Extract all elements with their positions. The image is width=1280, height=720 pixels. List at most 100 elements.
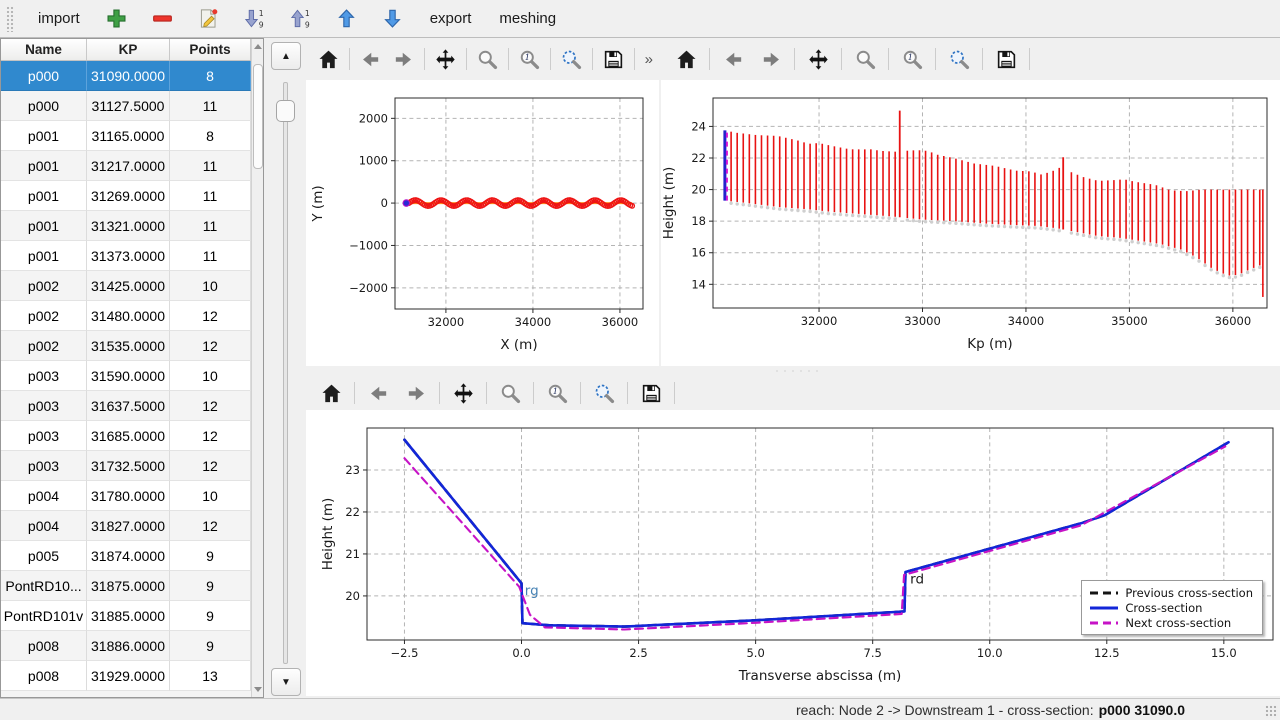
cell-points[interactable]: 12 xyxy=(170,301,251,331)
sort-ascending-button[interactable]: 19 xyxy=(287,4,315,34)
zoom-one-button[interactable]: 1 xyxy=(897,44,927,74)
cell-kp[interactable]: 31590.0000 xyxy=(87,361,170,391)
cell-name[interactable]: p000 xyxy=(1,61,87,91)
sort-descending-button[interactable]: 19 xyxy=(241,4,269,34)
table-row[interactable]: p00831929.000013 xyxy=(1,661,263,691)
cell-name[interactable]: p001 xyxy=(1,181,87,211)
cell-points[interactable]: 9 xyxy=(170,541,251,571)
table-row[interactable]: p00331590.000010 xyxy=(1,361,263,391)
cell-name[interactable]: p004 xyxy=(1,481,87,511)
table-row[interactable]: p00331732.500012 xyxy=(1,451,263,481)
zoom-rect-button[interactable] xyxy=(589,378,619,408)
cell-points[interactable]: 9 xyxy=(170,631,251,661)
plan-view-canvas[interactable]: 320003400036000−2000−1000010002000X (m)Y… xyxy=(306,80,659,366)
zoom-button[interactable] xyxy=(475,44,500,74)
forward-button[interactable] xyxy=(391,44,416,74)
back-button[interactable] xyxy=(358,44,383,74)
cell-points[interactable]: 12 xyxy=(170,391,251,421)
cell-kp[interactable]: 31480.0000 xyxy=(87,301,170,331)
cell-points[interactable]: 8 xyxy=(170,121,251,151)
cell-kp[interactable]: 31929.0000 xyxy=(87,661,170,691)
table-row[interactable]: p00431827.000012 xyxy=(1,511,263,541)
add-cross-section-button[interactable] xyxy=(103,4,131,34)
cell-points[interactable]: 12 xyxy=(170,331,251,361)
forward-button[interactable] xyxy=(401,378,431,408)
cell-name[interactable]: PontRD10... xyxy=(1,571,87,601)
edit-cross-section-button[interactable] xyxy=(195,4,223,34)
slider-groove[interactable] xyxy=(283,82,288,664)
cell-kp[interactable]: 31827.0000 xyxy=(87,511,170,541)
zoom-one-button[interactable]: 1 xyxy=(542,378,572,408)
cell-points[interactable]: 12 xyxy=(170,421,251,451)
pan-button[interactable] xyxy=(803,44,833,74)
zoom-button[interactable] xyxy=(495,378,525,408)
home-button[interactable] xyxy=(671,44,701,74)
pan-button[interactable] xyxy=(433,44,458,74)
cell-kp[interactable]: 31217.0000 xyxy=(87,151,170,181)
table-row[interactable]: PontRD10...31875.00009 xyxy=(1,571,263,601)
table-scrollbar[interactable] xyxy=(251,39,263,697)
cell-name[interactable]: p004 xyxy=(1,511,87,541)
slider-handle[interactable] xyxy=(276,100,295,122)
cell-name[interactable]: p008 xyxy=(1,631,87,661)
back-button[interactable] xyxy=(718,44,748,74)
cell-name[interactable]: p001 xyxy=(1,151,87,181)
cross-section-canvas[interactable]: −2.50.02.55.07.510.012.515.020212223Tran… xyxy=(306,410,1280,696)
table-row[interactable]: p00331637.500012 xyxy=(1,391,263,421)
cell-kp[interactable]: 31875.0000 xyxy=(87,571,170,601)
scrollbar-thumb[interactable] xyxy=(253,64,263,169)
column-header-name[interactable]: Name xyxy=(1,39,87,60)
table-row[interactable]: p00031090.00008 xyxy=(1,61,263,91)
cell-kp[interactable]: 31373.0000 xyxy=(87,241,170,271)
zoom-button[interactable] xyxy=(850,44,880,74)
toolbar-drag-handle[interactable] xyxy=(6,6,14,32)
forward-button[interactable] xyxy=(756,44,786,74)
cell-points[interactable]: 11 xyxy=(170,91,251,121)
cell-points[interactable]: 9 xyxy=(170,601,251,631)
cell-kp[interactable]: 31127.5000 xyxy=(87,91,170,121)
cell-points[interactable]: 13 xyxy=(170,661,251,691)
cell-points[interactable]: 11 xyxy=(170,241,251,271)
save-button[interactable] xyxy=(601,44,626,74)
resize-grip-icon[interactable] xyxy=(1265,705,1278,718)
cell-name[interactable]: PontRD101v xyxy=(1,601,87,631)
table-row[interactable]: p00131321.000011 xyxy=(1,211,263,241)
table-row[interactable]: p00131217.000011 xyxy=(1,151,263,181)
column-header-points[interactable]: Points xyxy=(170,39,251,60)
scroll-down-icon[interactable] xyxy=(254,687,262,692)
table-row[interactable] xyxy=(1,691,263,698)
next-section-button[interactable]: ▼ xyxy=(271,668,301,696)
cell-name[interactable]: p002 xyxy=(1,271,87,301)
zoom-rect-button[interactable] xyxy=(559,44,584,74)
save-button[interactable] xyxy=(991,44,1021,74)
remove-cross-section-button[interactable] xyxy=(149,4,177,34)
cell-name[interactable]: p002 xyxy=(1,331,87,361)
cell-kp[interactable]: 31874.0000 xyxy=(87,541,170,571)
meshing-button[interactable]: meshing xyxy=(489,6,566,31)
cell-name[interactable]: p003 xyxy=(1,451,87,481)
cell-name[interactable]: p003 xyxy=(1,421,87,451)
back-button[interactable] xyxy=(363,378,393,408)
cell-points[interactable]: 9 xyxy=(170,571,251,601)
toolbar-overflow-button[interactable]: » xyxy=(645,51,653,68)
cell-name[interactable]: p001 xyxy=(1,121,87,151)
longitudinal-view-canvas[interactable]: 3200033000340003500036000141618202224Kp … xyxy=(661,80,1280,366)
zoom-one-button[interactable]: 1 xyxy=(517,44,542,74)
cell-name[interactable]: p008 xyxy=(1,661,87,691)
cell-kp[interactable]: 31637.5000 xyxy=(87,391,170,421)
move-down-button[interactable] xyxy=(379,4,407,34)
horizontal-splitter[interactable] xyxy=(306,366,1280,376)
cell-name[interactable]: p002 xyxy=(1,301,87,331)
cell-points[interactable]: 12 xyxy=(170,451,251,481)
cell-points[interactable]: 11 xyxy=(170,151,251,181)
cell-kp[interactable]: 31886.0000 xyxy=(87,631,170,661)
cell-points[interactable]: 11 xyxy=(170,181,251,211)
table-row[interactable]: p00031127.500011 xyxy=(1,91,263,121)
table-row[interactable]: p00231480.000012 xyxy=(1,301,263,331)
table-row[interactable]: p00831886.00009 xyxy=(1,631,263,661)
cell-points[interactable]: 12 xyxy=(170,511,251,541)
export-button[interactable]: export xyxy=(420,6,482,31)
table-row[interactable]: p00431780.000010 xyxy=(1,481,263,511)
zoom-rect-button[interactable] xyxy=(944,44,974,74)
cell-name[interactable]: p003 xyxy=(1,361,87,391)
